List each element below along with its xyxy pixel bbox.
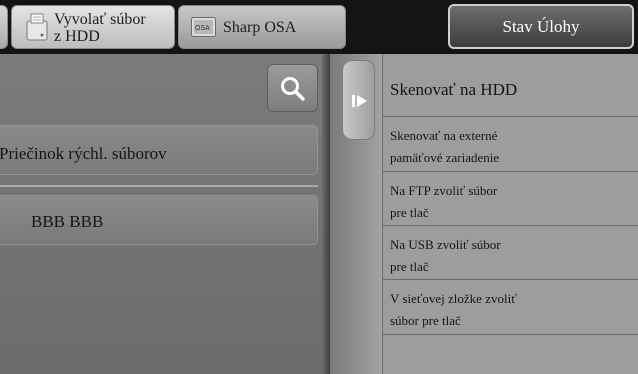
- top-bar: Vyvolať súbor z HDD OSA Sharp OSA Stav Ú…: [0, 0, 638, 54]
- search-button[interactable]: [267, 64, 318, 112]
- menu-item-label: Skenovať na HDD: [390, 80, 518, 99]
- menu-item-label-line1: Na USB zvoliť súbor: [390, 237, 501, 252]
- menu-item-label-line2: súbor pre tlač: [390, 313, 461, 328]
- menu-item-label-line1: V sieťovej zložke zvoliť: [390, 291, 517, 306]
- menu-item-usb-print[interactable]: Na USB zvoliť súbor pre tlač: [383, 227, 638, 280]
- action-menu: Skenovať na HDD Skenovať na externé pamä…: [382, 54, 638, 374]
- tab-retrieve-file-hdd-label: Vyvolať súbor z HDD: [54, 11, 146, 45]
- tab-sharp-osa-label: Sharp OSA: [223, 19, 297, 36]
- tab-sharp-osa[interactable]: OSA Sharp OSA: [178, 5, 346, 49]
- tab-previous[interactable]: [0, 5, 8, 49]
- list-item-quick-file-folder[interactable]: Priečinok rýchl. súborov: [0, 125, 318, 175]
- list-item-user-folder[interactable]: BBB BBB: [0, 195, 318, 245]
- menu-item-label-line1: Na FTP zvoliť súbor: [390, 183, 498, 198]
- menu-empty-space: [383, 336, 638, 374]
- search-icon: [281, 77, 305, 101]
- svg-text:OSA: OSA: [195, 25, 210, 32]
- job-status-label: Stav Úlohy: [502, 16, 580, 36]
- menu-item-scan-to-hdd[interactable]: Skenovať na HDD: [383, 54, 638, 117]
- divider: [0, 185, 318, 187]
- file-list-panel: Priečinok rýchl. súborov BBB BBB: [0, 54, 330, 374]
- action-panel: Skenovať na HDD Skenovať na externé pamä…: [330, 54, 638, 374]
- collapse-arrow-icon: [352, 95, 367, 107]
- panel-edge: [322, 54, 330, 374]
- menu-item-network-folder-print[interactable]: V sieťovej zložke zvoliť súbor pre tlač: [383, 281, 638, 335]
- action-panel-strip: [330, 54, 382, 374]
- list-item-label: BBB BBB: [31, 212, 104, 231]
- sharp-osa-icon: OSA: [191, 17, 216, 37]
- menu-item-label-line1: Skenovať na externé: [390, 128, 498, 143]
- menu-item-scan-to-external-memory[interactable]: Skenovať na externé pamäťové zariadenie: [383, 118, 638, 172]
- list-item-label: Priečinok rýchl. súborov: [0, 144, 167, 163]
- menu-item-label-line2: pre tlač: [390, 205, 429, 220]
- menu-item-ftp-print[interactable]: Na FTP zvoliť súbor pre tlač: [383, 173, 638, 226]
- tab-retrieve-file-hdd[interactable]: Vyvolať súbor z HDD: [11, 5, 175, 49]
- menu-item-label-line2: pamäťové zariadenie: [390, 150, 500, 165]
- menu-item-label-line2: pre tlač: [390, 259, 429, 274]
- job-status-button[interactable]: Stav Úlohy: [448, 4, 634, 49]
- hdd-retrieve-icon: [26, 13, 48, 41]
- collapse-panel-button[interactable]: [342, 60, 375, 140]
